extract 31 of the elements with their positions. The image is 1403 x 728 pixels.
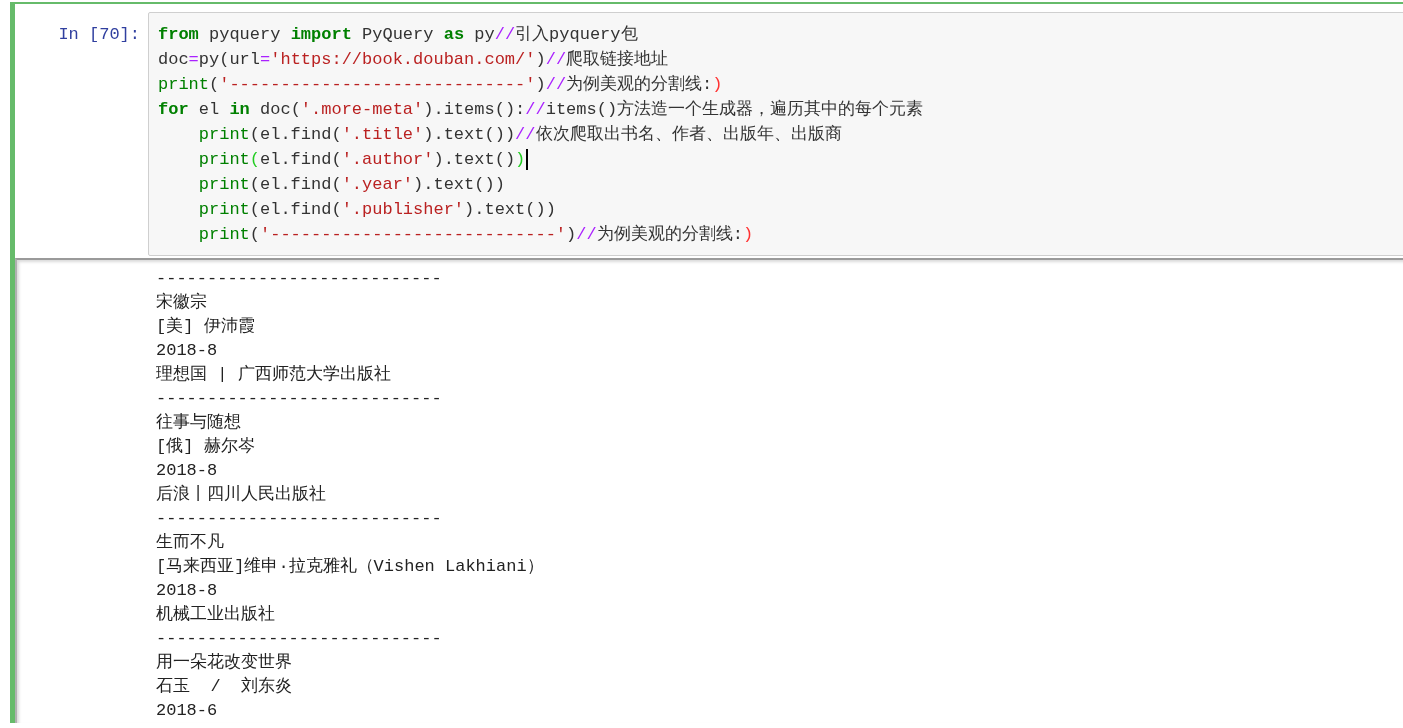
- output-line: [美] 伊沛霞: [156, 315, 255, 338]
- input-prompt: In [70]:: [57, 24, 141, 46]
- output-line: 2018-8: [156, 580, 218, 602]
- output-line: 2018-8: [156, 340, 218, 362]
- code-line: doc=py(url='https://book.douban.com/')//爬取链接地址: [158, 49, 670, 71]
- code-line: print('-----------------------------')//为例美观的分割线:): [158, 73, 724, 96]
- code-line: print('----------------------------')//为例美观的分割线:): [197, 223, 755, 246]
- output-line: ----------------------------: [156, 388, 442, 410]
- code-editor[interactable]: [148, 12, 1403, 256]
- output-line: ----------------------------: [156, 268, 442, 290]
- output-line: ----------------------------: [156, 628, 442, 650]
- output-line: 生而不凡: [156, 532, 224, 554]
- code-line: print(el.find('.year').text()): [197, 174, 506, 196]
- output-line: [马来西亚]维申·拉克雅礼（Vishen Lakhiani）: [156, 556, 544, 578]
- output-line: 用一朵花改变世界: [156, 652, 292, 674]
- output-line: [俄] 赫尔岑: [156, 436, 255, 458]
- output-line: ----------------------------: [156, 508, 442, 530]
- output-line: 2018-6: [156, 700, 218, 722]
- text-cursor: [526, 149, 529, 170]
- code-line: from pyquery import PyQuery as py//引入pyquery包: [158, 24, 639, 46]
- output-line: 机械工业出版社: [156, 604, 275, 626]
- output-line: 宋徽宗: [156, 291, 207, 314]
- output-line: 石玉 / 刘东炎: [156, 675, 292, 698]
- output-line: 后浪丨四川人民出版社: [156, 483, 326, 506]
- code-line: print(el.find('.title').text())//依次爬取出书名、作者、出版年、出版商: [197, 124, 843, 146]
- output-line: 理想国 | 广西师范大学出版社: [156, 364, 391, 386]
- code-line: print(el.find('.publisher').text()): [197, 199, 557, 221]
- code-line: print(el.find('.author').text()): [158, 147, 1403, 172]
- code-line: for el in doc('.more-meta').items()://items()方法造一个生成器，遍历其中的每个元素: [158, 98, 925, 121]
- output-line: 往事与随想: [156, 412, 241, 434]
- output-line: 2018-8: [156, 460, 218, 482]
